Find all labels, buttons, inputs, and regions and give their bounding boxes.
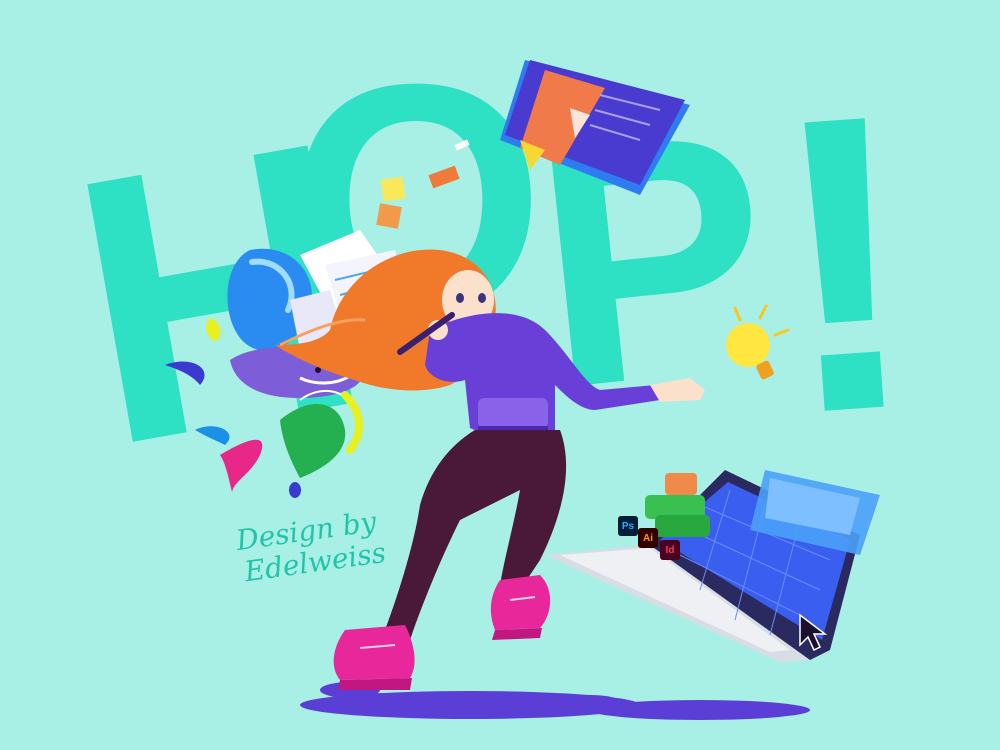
floating-book (500, 60, 690, 195)
character (275, 249, 705, 690)
indesign-badge-label: Id (665, 544, 675, 556)
sticky-note-icon (376, 139, 470, 229)
illustration (165, 60, 880, 720)
indesign-badge: Id (660, 540, 680, 560)
laptop (545, 470, 880, 662)
photoshop-badge-label: Ps (621, 520, 635, 532)
poster-canvas: H O P ! Ps Ai Id Design by Edelweiss (0, 0, 1000, 750)
illustrator-badge: Ai (638, 528, 658, 548)
lightbulb-icon (726, 304, 790, 380)
illustrator-badge-label: Ai (643, 532, 653, 544)
photoshop-badge: Ps (618, 516, 638, 536)
